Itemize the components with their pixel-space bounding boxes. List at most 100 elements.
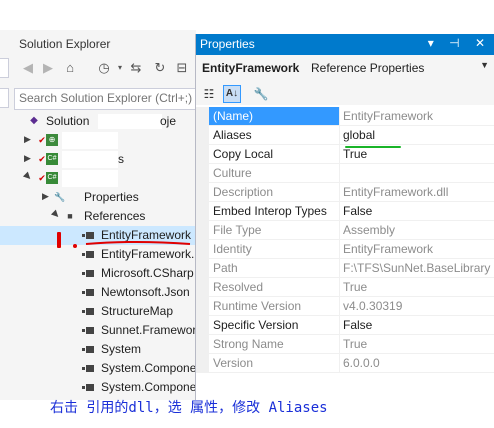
assembly-reference-icon — [82, 365, 94, 373]
instruction-caption: 右击 引用的dll，选 属性，修改 Aliases — [50, 400, 328, 416]
property-row[interactable]: Resolved True — [196, 278, 494, 297]
row-gutter — [196, 164, 209, 183]
property-value: 6.0.0.0 — [340, 354, 494, 373]
property-row[interactable]: Aliases global — [196, 126, 494, 145]
chevron-down-icon[interactable]: ▼ — [480, 60, 489, 70]
property-name[interactable]: Strong Name — [209, 335, 340, 354]
solution-search-box[interactable] — [14, 88, 196, 110]
history-icon[interactable]: ◷ — [96, 60, 112, 76]
property-value: True — [340, 278, 494, 297]
solution-explorer-toolbar: ◀ ▶ ⌂ ◷ ▾ ⇆ ↻ ⊟ — [0, 57, 196, 81]
row-gutter — [196, 335, 209, 354]
row-gutter — [196, 297, 209, 316]
back-icon[interactable]: ◀ — [20, 60, 36, 76]
property-value[interactable]: global — [340, 126, 494, 145]
categorized-icon[interactable]: ☷ — [200, 85, 218, 103]
property-row[interactable]: Runtime Version v4.0.30319 — [196, 297, 494, 316]
csharp-project-icon: C# — [46, 153, 58, 165]
property-name[interactable]: Description — [209, 183, 340, 202]
tree-item-solution[interactable]: ◆ Solution oje — [0, 112, 196, 131]
reference-item[interactable]: System.ComponentModel.DataAnnotations — [0, 378, 196, 397]
property-name[interactable]: Resolved — [209, 278, 340, 297]
tree-item-project-3[interactable]: ▶ ✔ C# — [0, 169, 196, 188]
property-name[interactable]: (Name) — [209, 107, 340, 126]
expand-arrow-icon[interactable]: ▶ — [24, 134, 34, 145]
property-row[interactable]: Path F:\TFS\SunNet.BaseLibrary — [196, 259, 494, 278]
alphabetical-icon[interactable]: A↓ — [223, 85, 241, 103]
row-gutter — [196, 202, 209, 221]
refresh-icon[interactable]: ↻ — [152, 60, 168, 76]
property-row[interactable]: Embed Interop Types False — [196, 202, 494, 221]
property-row[interactable]: Culture — [196, 164, 494, 183]
reference-item[interactable]: System — [0, 340, 196, 359]
solution-explorer-title: Solution Explorer — [19, 37, 111, 51]
green-underline-annotation — [345, 146, 401, 148]
row-gutter — [196, 354, 209, 373]
properties-toolbar: ☷ A↓ 🔧 — [196, 83, 494, 105]
property-name[interactable]: Specific Version — [209, 316, 340, 335]
reference-item[interactable]: StructureMap — [0, 302, 196, 321]
expand-arrow-icon[interactable]: ▶ — [24, 153, 34, 164]
reference-label: Newtonsoft.Json — [101, 285, 190, 299]
solution-label: Solution — [46, 114, 90, 128]
reference-item[interactable]: Sunnet.Framework — [0, 321, 196, 340]
reference-label: Microsoft.CSharp — [101, 266, 194, 280]
references-icon: ■ — [67, 211, 73, 221]
expand-arrow-icon[interactable]: ▶ — [42, 191, 52, 202]
row-gutter — [196, 259, 209, 278]
collapse-all-icon[interactable]: ⊟ — [174, 60, 190, 76]
project-name-suffix: s — [118, 152, 124, 166]
chevron-down-icon[interactable]: ▾ — [112, 60, 128, 76]
property-row[interactable]: File Type Assembly — [196, 221, 494, 240]
forward-icon[interactable]: ▶ — [40, 60, 56, 76]
property-name[interactable]: Aliases — [209, 126, 340, 145]
property-name[interactable]: Path — [209, 259, 340, 278]
property-row[interactable]: Identity EntityFramework — [196, 240, 494, 259]
tree-item-project-1[interactable]: ▶ ✔ ⊕ — [0, 131, 196, 150]
references-node-label: References — [84, 209, 146, 223]
solution-search-input[interactable] — [15, 89, 196, 107]
row-gutter — [196, 221, 209, 240]
property-row[interactable]: Specific Version False — [196, 316, 494, 335]
object-selector[interactable]: EntityFramework Reference Properties ▼ — [196, 55, 494, 84]
collapsed-panel-edge-2[interactable] — [0, 88, 9, 108]
property-row[interactable]: Description EntityFramework.dll — [196, 183, 494, 202]
home-icon[interactable]: ⌂ — [62, 60, 78, 76]
property-name[interactable]: Version — [209, 354, 340, 373]
sync-icon[interactable]: ⇆ — [128, 60, 144, 76]
properties-titlebar[interactable]: Properties ▾ ⊣ ✕ — [196, 34, 494, 55]
web-project-icon: ⊕ — [46, 134, 58, 146]
assembly-reference-icon — [82, 384, 94, 392]
solution-explorer-titlebar[interactable]: Solution Explorer — [0, 34, 196, 54]
property-name[interactable]: Culture — [209, 164, 340, 183]
reference-item[interactable]: Microsoft.CSharp — [0, 264, 196, 283]
redacted-project-name — [62, 151, 118, 168]
property-value[interactable]: False — [340, 202, 494, 221]
property-value[interactable]: False — [340, 316, 494, 335]
redacted-solution-name — [98, 114, 162, 129]
property-name[interactable]: File Type — [209, 221, 340, 240]
property-value: True — [340, 335, 494, 354]
property-row[interactable]: Strong Name True — [196, 335, 494, 354]
tree-item-references[interactable]: ▶ ■ References — [0, 207, 196, 226]
reference-item[interactable]: System.ComponentModel — [0, 359, 196, 378]
redacted-project-name — [62, 170, 118, 187]
reference-item[interactable]: Newtonsoft.Json — [0, 283, 196, 302]
collapse-arrow-icon[interactable]: ▶ — [22, 170, 37, 185]
object-type: Reference Properties — [311, 61, 425, 75]
reference-label: System — [101, 342, 142, 356]
properties-node-label: Properties — [84, 190, 139, 204]
reference-label: System.ComponentModel.DataAnnotations — [101, 380, 196, 394]
property-name[interactable]: Embed Interop Types — [209, 202, 340, 221]
property-row[interactable]: (Name) EntityFramework — [196, 107, 494, 126]
property-pages-icon[interactable]: 🔧 — [252, 85, 270, 103]
property-name[interactable]: Copy Local — [209, 145, 340, 164]
property-name[interactable]: Identity — [209, 240, 340, 259]
property-name[interactable]: Runtime Version — [209, 297, 340, 316]
tree-item-project-2[interactable]: ▶ ✔ C# s — [0, 150, 196, 169]
reference-label: StructureMap — [101, 304, 174, 318]
property-row[interactable]: Version 6.0.0.0 — [196, 354, 494, 373]
tree-item-properties[interactable]: ▶ 🔧 Properties — [0, 188, 196, 207]
collapse-arrow-icon[interactable]: ▶ — [50, 208, 65, 223]
window-buttons[interactable]: ▾ ⊣ ✕ — [428, 36, 491, 50]
